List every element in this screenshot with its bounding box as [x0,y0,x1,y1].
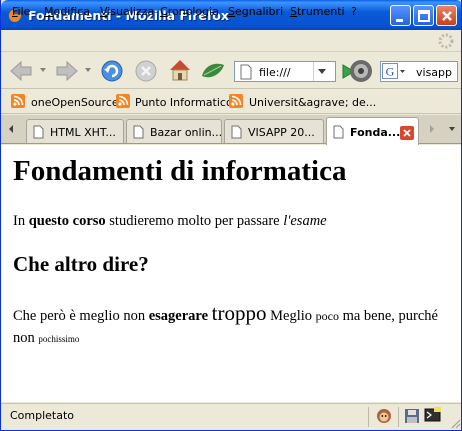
back-icon[interactable] [7,58,37,84]
section-heading: Che altro dire? [13,252,149,276]
bookmark-oneopensource[interactable]: oneOpenSource [31,96,119,109]
page-icon [33,125,44,139]
italic-text: l'esame [283,213,327,229]
page-heading: Fondamenti di informatica [13,155,347,187]
tab-scroll-right-icon[interactable] [427,121,437,137]
big-text: troppo [211,301,267,325]
menu-segnalibri[interactable]: Segnalibri [228,5,283,18]
save-icon[interactable] [404,408,420,424]
search-input[interactable]: visapp [416,66,452,79]
menu-cronologia[interactable]: Cronologia [160,5,219,18]
leaf-icon[interactable] [199,60,227,82]
search-engine-icon[interactable]: G [382,63,406,80]
forward-history-arrow-icon[interactable] [84,66,92,74]
status-divider [368,407,369,427]
status-divider [398,407,399,427]
rss-icon [116,94,130,108]
url-divider [313,62,314,81]
home-icon[interactable] [166,56,194,84]
monkey-icon[interactable] [375,407,393,425]
close-icon [403,129,411,137]
bold-text: esagerare [148,308,209,324]
bookmark-punto-informatico[interactable]: Punto Informatico [135,96,233,109]
page-icon [133,125,144,139]
text: Che però è meglio non [13,308,149,324]
reload-icon[interactable] [98,57,126,85]
tab-list-icon[interactable] [447,121,457,137]
page-icon [240,64,252,80]
back-history-arrow-icon[interactable] [39,66,47,74]
text: Meglio [266,308,316,324]
page-icon [231,125,242,139]
rss-icon [229,94,243,108]
url-input[interactable]: file:/// [259,66,291,79]
status-text: Completato [10,409,75,422]
page-content: Fondamenti di informatica In questo cors… [1,145,461,402]
console-icon[interactable] [424,406,442,424]
tab-html-xht[interactable]: HTML XHT... [26,119,124,143]
tab-label: Fonda... [350,126,401,139]
minimize-button[interactable] [390,5,411,26]
text: In [13,213,29,229]
bold-text: questo corso [28,213,106,229]
forward-icon[interactable] [51,58,81,84]
intro-paragraph: In questo corso studieremo molto per pas… [13,213,327,230]
tiny-text: pochissimo [38,334,80,344]
menu-bar [1,30,461,52]
throbber-icon [438,33,454,49]
stop-icon[interactable] [132,57,160,85]
menu-visualizza[interactable]: Visualizza [100,5,154,18]
tab-scroll-left-icon[interactable] [6,121,16,137]
tab-label: Bazar onlin... [150,126,223,139]
text: studieremo molto per passare [105,213,284,229]
small-text: poco [315,309,339,323]
tab-fondamenti[interactable]: Fonda... [326,117,419,145]
extension-icon[interactable] [346,56,376,86]
url-dropdown-icon[interactable] [317,67,327,75]
maximize-button[interactable] [413,5,434,26]
svg-text:G: G [386,65,395,79]
menu-help[interactable]: ? [351,5,357,18]
menu-modifica[interactable]: Modifica [44,5,90,18]
rss-icon [11,94,25,108]
tab-label: HTML XHT... [50,126,116,139]
browser-window: Fondamenti - Mozilla Firefox File Modifi… [0,0,462,431]
tab-bazar-online[interactable]: Bazar onlin... [126,119,222,143]
second-paragraph: Che però è meglio non esagerare troppo M… [13,302,453,350]
tab-label: VISAPP 20... [248,126,315,139]
page-icon [333,125,344,139]
tab-visapp[interactable]: VISAPP 20... [224,119,324,143]
bookmark-universita[interactable]: Universit&agrave; de... [249,96,376,109]
menu-strumenti[interactable]: Strumenti [290,5,345,18]
resize-grip-icon[interactable] [449,417,461,429]
menu-file[interactable]: File [12,5,30,18]
tab-close-button[interactable] [400,126,414,140]
close-button[interactable] [436,5,457,26]
